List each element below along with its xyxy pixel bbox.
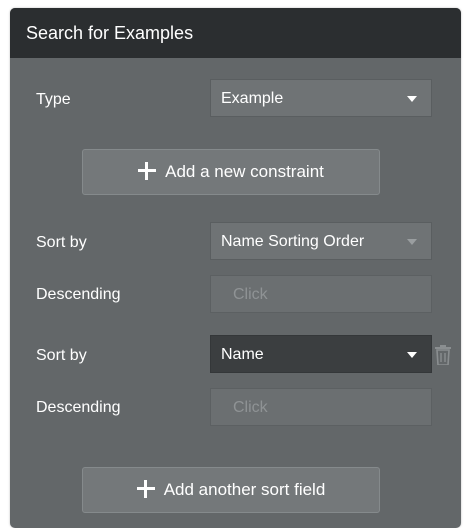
plus-icon xyxy=(138,162,157,180)
add-constraint-button[interactable]: Add a new constraint xyxy=(82,149,380,195)
type-label: Type xyxy=(36,91,71,108)
type-dropdown-value: Example xyxy=(221,90,284,107)
sort-by-label-1: Sort by xyxy=(36,234,87,251)
chevron-down-icon xyxy=(407,96,417,102)
add-sort-field-label: Add another sort field xyxy=(163,480,326,499)
panel-title: Search for Examples xyxy=(10,8,461,58)
search-panel: Search for Examples Type Example Add a n… xyxy=(10,8,461,528)
trash-icon[interactable] xyxy=(434,345,452,365)
type-dropdown[interactable]: Example xyxy=(210,79,432,117)
descending-toggle-1[interactable]: Click xyxy=(210,275,432,313)
sort-by-value-1: Name Sorting Order xyxy=(221,233,365,250)
chevron-down-icon xyxy=(407,239,417,245)
sort-by-dropdown-1[interactable]: Name Sorting Order xyxy=(210,222,432,260)
add-constraint-label: Add a new constraint xyxy=(165,162,324,181)
chevron-down-icon xyxy=(407,352,417,358)
sort-by-label-2: Sort by xyxy=(36,347,87,364)
plus-icon xyxy=(136,480,155,498)
descending-label-2: Descending xyxy=(36,399,121,416)
descending-label-1: Descending xyxy=(36,286,121,303)
add-sort-field-button[interactable]: Add another sort field xyxy=(82,467,380,513)
descending-toggle-2[interactable]: Click xyxy=(210,388,432,426)
sort-by-value-2: Name xyxy=(221,346,264,363)
sort-by-dropdown-2[interactable]: Name xyxy=(210,335,432,373)
